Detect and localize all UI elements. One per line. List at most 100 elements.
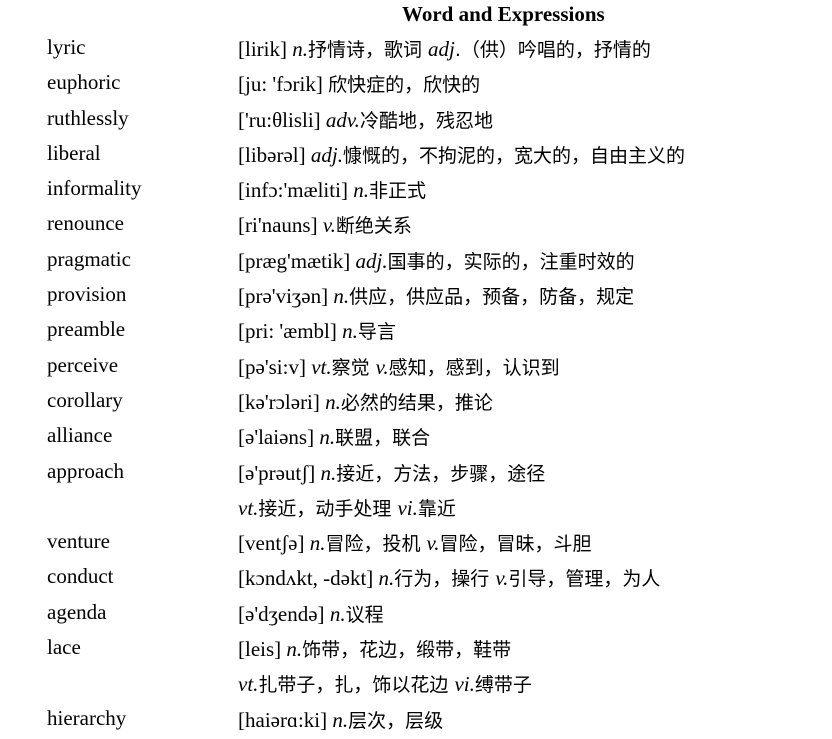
- vocab-word: conduct: [47, 564, 114, 589]
- chinese-meaning: 必然的结果，推论: [340, 391, 493, 414]
- chinese-meaning: 导言: [357, 321, 396, 344]
- vocab-definition: [pri: 'æmbl] n.导言: [238, 317, 396, 344]
- part-of-speech: n.: [333, 284, 350, 309]
- part-of-speech: n.: [325, 389, 341, 414]
- part-of-speech: vi.: [397, 495, 418, 520]
- part-of-speech: v.: [426, 531, 440, 556]
- part-of-speech: n.: [292, 37, 308, 61]
- vocab-definition: [ə'prəutʃ] n.接近，方法，步骤，途径: [238, 459, 545, 486]
- part-of-speech: n.: [342, 319, 358, 344]
- phonetic: [ri'nauns]: [238, 213, 323, 238]
- vocabulary-list: lyric [lirik] n.抒情诗，歌词 adj.（供）吟唱的，抒情的 euph…: [0, 32, 832, 738]
- chinese-meaning: 议程: [345, 603, 384, 626]
- vocab-word: renounce: [47, 211, 124, 236]
- vocab-word: informality: [47, 176, 142, 201]
- part-of-speech: vt.: [238, 672, 259, 697]
- vocab-entry: conduct [kɔndʌkt, -dəkt] n.行为，操行 v.引导，管理，…: [0, 561, 832, 596]
- vocab-entry: lyric [lirik] n.抒情诗，歌词 adj.（供）吟唱的，抒情的: [0, 32, 832, 67]
- part-of-speech: n.: [329, 601, 346, 626]
- part-of-speech: n.: [286, 637, 303, 662]
- chinese-meaning: 非正式: [368, 180, 426, 203]
- vocab-definition: [kə'rɔləri] n.必然的结果，推论: [238, 388, 493, 415]
- vocab-entry: provision [prə'viʒən] n.供应，供应品，预备，防备，规定: [0, 279, 832, 314]
- vocab-word: liberal: [47, 140, 101, 165]
- part-of-speech: n.: [309, 531, 326, 556]
- vocab-definition: ['ru:θlisli] adv.冷酷地，残忍地: [238, 106, 493, 133]
- vocab-definition: [ə'laiəns] n.联盟，联合: [238, 423, 430, 450]
- chinese-meaning: 供应，供应品，预备，防备，规定: [349, 286, 635, 309]
- vocab-word: lyric: [47, 35, 86, 59]
- chinese-meaning: 饰带，花边，缎带，鞋带: [302, 639, 512, 662]
- phonetic: ['ru:θlisli]: [238, 107, 326, 132]
- vocab-definition: [pə'si:v] vt.察觉 v.感知，感到，认识到: [238, 353, 560, 380]
- vocab-entry: perceive [pə'si:v] vt.察觉 v.感知，感到，认识到: [0, 350, 832, 385]
- vocab-word: perceive: [47, 352, 119, 377]
- chinese-meaning: 欣快症的，欣快的: [328, 74, 481, 97]
- chinese-meaning: 接近，动手处理: [258, 497, 398, 520]
- vocab-entry: ruthlessly ['ru:θlisli] adv.冷酷地，残忍地: [0, 103, 832, 138]
- part-of-speech: n.: [378, 566, 395, 591]
- vocab-word: preamble: [47, 317, 126, 342]
- vocab-word: euphoric: [47, 70, 121, 95]
- vocab-definition: [haiərɑ:ki] n.层次，层级: [238, 706, 443, 733]
- part-of-speech: vi.: [454, 672, 475, 697]
- vocab-definition: [ə'dʒendə] n.议程: [238, 600, 384, 627]
- chinese-meaning: 接近，方法，步骤，途径: [336, 462, 546, 485]
- vocab-word: lace: [47, 635, 81, 660]
- vocab-entry: euphoric [ju: 'fɔrik] 欣快症的，欣快的: [0, 67, 832, 102]
- chinese-meaning: 引导，管理，为人: [508, 568, 661, 591]
- part-of-speech: vt.: [238, 495, 259, 520]
- phonetic: [haiərɑ:ki]: [238, 707, 333, 732]
- vocab-entry: hierarchy [haiərɑ:ki] n.层次，层级: [0, 703, 832, 738]
- vocab-definition: [leis] n.饰带，花边，缎带，鞋带: [238, 635, 511, 662]
- phonetic: [ə'laiəns]: [238, 425, 320, 450]
- vocab-entry: liberal [libərəl] adj.慷慨的，不拘泥的，宽大的，自由主义的: [0, 138, 832, 173]
- vocab-definition: [infɔ:'mæliti] n.非正式: [238, 176, 426, 203]
- vocab-definition: [ventʃə] n.冒险，投机 v.冒险，冒昧，斗胆: [238, 529, 592, 556]
- chinese-meaning: 层次，层级: [348, 709, 444, 732]
- phonetic: [prə'viʒən]: [238, 284, 334, 309]
- part-of-speech: vt.: [311, 354, 332, 379]
- vocab-entry-continuation: vt.接近，动手处理 vi.靠近: [0, 491, 832, 526]
- part-of-speech: v.: [495, 566, 509, 591]
- phonetic: [pə'si:v]: [238, 354, 312, 379]
- phonetic: [lirik]: [238, 37, 293, 61]
- vocab-word: alliance: [47, 423, 113, 448]
- phonetic: [præg'mætik]: [238, 248, 356, 273]
- vocab-word: agenda: [47, 599, 107, 624]
- part-of-speech: v.: [322, 213, 336, 238]
- phonetic: [kɔndʌkt, -dəkt]: [238, 566, 379, 591]
- phonetic: [ventʃə]: [238, 531, 310, 556]
- vocab-entry: renounce [ri'nauns] v.断绝关系: [0, 208, 832, 243]
- vocab-definition: [prə'viʒən] n.供应，供应品，预备，防备，规定: [238, 282, 634, 309]
- vocab-word: provision: [47, 282, 127, 307]
- page-title: Word and Expressions: [402, 2, 605, 26]
- part-of-speech: adj.: [355, 248, 388, 273]
- chinese-meaning: 靠近: [417, 497, 456, 520]
- vocab-word: venture: [47, 529, 110, 554]
- vocab-entry: approach [ə'prəutʃ] n.接近，方法，步骤，途径: [0, 456, 832, 491]
- vocab-entry-continuation: vt.扎带子，扎，饰以花边 vi.缚带子: [0, 667, 832, 702]
- chinese-meaning: 冒险，投机: [325, 533, 427, 556]
- chinese-meaning: .（供）吟唱的，抒情的: [454, 39, 651, 61]
- chinese-meaning: 抒情诗，歌词: [307, 39, 429, 61]
- phonetic: [kə'rɔləri]: [238, 389, 326, 414]
- phonetic: [libərəl]: [238, 142, 311, 167]
- vocab-word: ruthlessly: [47, 105, 129, 130]
- chinese-meaning: 扎带子，扎，饰以花边: [258, 674, 455, 697]
- vocab-definition: [præg'mætik] adj.国事的，实际的，注重时效的: [238, 247, 635, 274]
- part-of-speech: n.: [320, 460, 337, 485]
- vocab-entry: corollary [kə'rɔləri] n.必然的结果，推论: [0, 385, 832, 420]
- vocab-definition: vt.扎带子，扎，饰以花边 vi.缚带子: [238, 670, 532, 697]
- vocab-word: hierarchy: [47, 705, 127, 730]
- chinese-meaning: 行为，操行: [394, 568, 496, 591]
- vocab-entry: informality [infɔ:'mæliti] n.非正式: [0, 173, 832, 208]
- part-of-speech: n.: [353, 178, 369, 203]
- vocab-definition: [kɔndʌkt, -dəkt] n.行为，操行 v.引导，管理，为人: [238, 564, 660, 591]
- vocab-entry: preamble [pri: 'æmbl] n.导言: [0, 314, 832, 349]
- vocab-definition: [libərəl] adj.慷慨的，不拘泥的，宽大的，自由主义的: [238, 141, 685, 168]
- vocab-definition: [ri'nauns] v.断绝关系: [238, 211, 412, 238]
- chinese-meaning: 国事的，实际的，注重时效的: [387, 250, 635, 273]
- phonetic: [leis]: [238, 637, 287, 662]
- phonetic: [pri: 'æmbl]: [238, 319, 343, 344]
